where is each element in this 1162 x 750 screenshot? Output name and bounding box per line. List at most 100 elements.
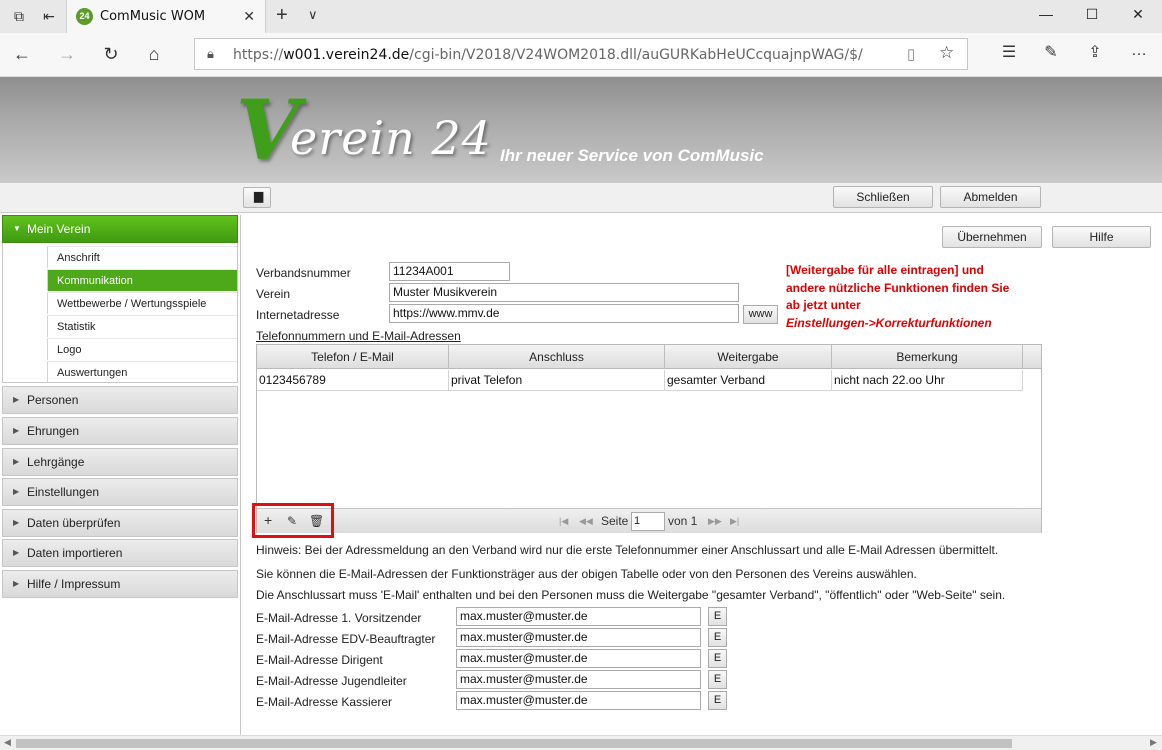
- apply-button[interactable]: Übernehmen: [942, 226, 1042, 248]
- caret-right-icon: ▶: [13, 518, 20, 527]
- home-icon[interactable]: ⌂: [142, 42, 166, 66]
- sidebar-item-wettbewerbe[interactable]: Wettbewerbe / Wertungsspiele: [47, 292, 237, 314]
- refresh-icon[interactable]: ↻: [99, 42, 123, 66]
- scrollbar-thumb[interactable]: [16, 739, 1012, 748]
- notice-line: andere nützliche Funktionen finden Sie: [786, 280, 1010, 295]
- sidebar-item-anschrift[interactable]: Anschrift: [47, 246, 237, 268]
- hint-text: Sie können die E-Mail-Adressen der Funkt…: [256, 567, 917, 581]
- email-select-button[interactable]: E: [708, 649, 727, 668]
- email-field-vorsitzender[interactable]: max.muster@muster.de: [456, 607, 701, 626]
- column-header-telefon[interactable]: Telefon / E-Mail: [257, 345, 449, 369]
- open-website-button[interactable]: www: [743, 305, 778, 324]
- sidebar-group-label: Daten überprüfen: [27, 516, 121, 530]
- email-label-vorsitzender: E-Mail-Adresse 1. Vorsitzender: [256, 611, 422, 625]
- notice-line: ab jetzt unter: [786, 298, 861, 312]
- close-button[interactable]: Schließen: [833, 186, 933, 208]
- sidebar-submenu: Anschrift Kommunikation Wettbewerbe / We…: [2, 243, 238, 383]
- sidebar-group-label: Ehrungen: [27, 424, 80, 438]
- slogan: Ihr neuer Service von ComMusic: [500, 146, 764, 165]
- notice-line: [Weitergabe für alle eintragen] und: [786, 263, 984, 277]
- sidebar-group-hilfe-impressum[interactable]: ▶ Hilfe / Impressum: [2, 570, 238, 598]
- email-field-edv[interactable]: max.muster@muster.de: [456, 628, 701, 647]
- horizontal-scrollbar[interactable]: ◀ ▶: [0, 735, 1162, 750]
- prev-page-icon[interactable]: ◀◀: [579, 516, 593, 527]
- address-url[interactable]: https://w001.verein24.de/cgi-bin/V2018/V…: [233, 47, 863, 63]
- sidebar: ▼ Mein Verein Anschrift Kommunikation We…: [2, 215, 238, 735]
- back-icon[interactable]: ←: [10, 42, 34, 66]
- first-page-icon[interactable]: |◀: [559, 516, 568, 527]
- chevron-down-icon[interactable]: ∨: [308, 7, 318, 23]
- sidebar-group-daten-ueberpruefen[interactable]: ▶ Daten überprüfen: [2, 509, 238, 537]
- help-button[interactable]: Hilfe: [1052, 226, 1151, 248]
- page-label: Seite: [601, 514, 629, 528]
- column-header-anschluss[interactable]: Anschluss: [449, 345, 665, 369]
- sidebar-group-ehrungen[interactable]: ▶ Ehrungen: [2, 417, 238, 445]
- close-window-icon[interactable]: ✕: [1128, 6, 1148, 23]
- tab-actions-icon[interactable]: ⧉: [10, 8, 28, 24]
- favorites-list-icon[interactable]: ☰: [998, 42, 1020, 62]
- page-number-input[interactable]: 1: [631, 512, 665, 531]
- email-select-button[interactable]: E: [708, 691, 727, 710]
- column-header-bemerkung[interactable]: Bemerkung: [832, 345, 1023, 369]
- email-select-button[interactable]: E: [708, 628, 727, 647]
- favicon-icon: 24: [76, 8, 93, 25]
- set-tabs-aside-icon[interactable]: ⇤: [40, 8, 58, 24]
- lock-icon: 🔒︎: [207, 46, 214, 61]
- sidebar-item-statistik[interactable]: Statistik: [47, 315, 237, 337]
- email-field-dirigent[interactable]: max.muster@muster.de: [456, 649, 701, 668]
- internet-field[interactable]: https://www.mmv.de: [389, 304, 739, 323]
- address-bar[interactable]: 🔒︎ https://w001.verein24.de/cgi-bin/V201…: [194, 38, 968, 70]
- sidebar-item-kommunikation[interactable]: Kommunikation: [47, 269, 237, 291]
- sidebar-item-logo[interactable]: Logo: [47, 338, 237, 360]
- close-tab-icon[interactable]: ✕: [243, 8, 255, 25]
- new-tab-icon[interactable]: +: [276, 4, 288, 27]
- email-select-button[interactable]: E: [708, 607, 727, 626]
- caret-right-icon: ▶: [13, 487, 20, 496]
- email-label-dirigent: E-Mail-Adresse Dirigent: [256, 653, 383, 667]
- sidebar-item-auswertungen[interactable]: Auswertungen: [47, 361, 237, 383]
- email-label-kassierer: E-Mail-Adresse Kassierer: [256, 695, 393, 709]
- verbandsnummer-field[interactable]: 11234A001: [389, 262, 510, 281]
- sidebar-group-personen[interactable]: ▶ Personen: [2, 386, 238, 414]
- minimize-icon[interactable]: —: [1036, 6, 1056, 22]
- notice-box: [Weitergabe für alle eintragen] und ande…: [786, 262, 1046, 332]
- verein-label: Verein: [256, 287, 291, 301]
- email-field-jugendleiter[interactable]: max.muster@muster.de: [456, 670, 701, 689]
- hint-text: Hinweis: Bei der Adressmeldung an den Ve…: [256, 543, 999, 557]
- caret-right-icon: ▶: [13, 395, 20, 404]
- main-content: Übernehmen Hilfe Verbandsnummer 11234A00…: [240, 215, 1162, 735]
- reading-view-icon[interactable]: ▯: [907, 45, 915, 63]
- forward-icon[interactable]: →: [55, 42, 79, 66]
- caret-down-icon: ▼: [13, 224, 21, 233]
- table-cell: nicht nach 22.oo Uhr: [832, 370, 1023, 391]
- sidebar-group-lehrgaenge[interactable]: ▶ Lehrgänge: [2, 448, 238, 476]
- tab-title: ComMusic WOM: [100, 9, 206, 24]
- browser-tab-bar: ⧉ ⇤ 24 ComMusic WOM ✕ + ∨ — ☐ ✕: [0, 0, 1162, 33]
- pen-notes-icon[interactable]: ✎: [1040, 42, 1062, 62]
- verein-field[interactable]: Muster Musikverein: [389, 283, 739, 302]
- maximize-icon[interactable]: ☐: [1082, 6, 1102, 23]
- sidebar-group-label: Lehrgänge: [27, 455, 85, 469]
- sidebar-group-daten-importieren[interactable]: ▶ Daten importieren: [2, 539, 238, 567]
- column-header-weitergabe[interactable]: Weitergabe: [665, 345, 832, 369]
- table-cell: gesamter Verband: [665, 370, 832, 391]
- scroll-left-icon[interactable]: ◀: [4, 737, 11, 748]
- email-select-button[interactable]: E: [708, 670, 727, 689]
- logout-button[interactable]: Abmelden: [940, 186, 1041, 208]
- toggle-sidebar-button[interactable]: ▐█: [243, 187, 271, 208]
- email-label-edv: E-Mail-Adresse EDV-Beauftragter: [256, 632, 436, 646]
- table-cell: privat Telefon: [449, 370, 665, 391]
- email-field-kassierer[interactable]: max.muster@muster.de: [456, 691, 701, 710]
- notice-link-text: Einstellungen->Korrekturfunktionen: [786, 315, 992, 330]
- last-page-icon[interactable]: ▶|: [730, 516, 739, 527]
- sidebar-group-einstellungen[interactable]: ▶ Einstellungen: [2, 478, 238, 506]
- share-icon[interactable]: ⇪: [1084, 42, 1106, 62]
- browser-tab[interactable]: 24 ComMusic WOM ✕: [66, 0, 266, 33]
- sidebar-group-mein-verein[interactable]: ▼ Mein Verein: [2, 215, 238, 243]
- scroll-right-icon[interactable]: ▶: [1150, 737, 1157, 748]
- internet-label: Internetadresse: [256, 308, 340, 322]
- favorite-star-icon[interactable]: ☆: [939, 43, 954, 63]
- logo-text: erein 24: [290, 111, 492, 165]
- next-page-icon[interactable]: ▶▶: [708, 516, 722, 527]
- more-options-icon[interactable]: …: [1128, 42, 1150, 60]
